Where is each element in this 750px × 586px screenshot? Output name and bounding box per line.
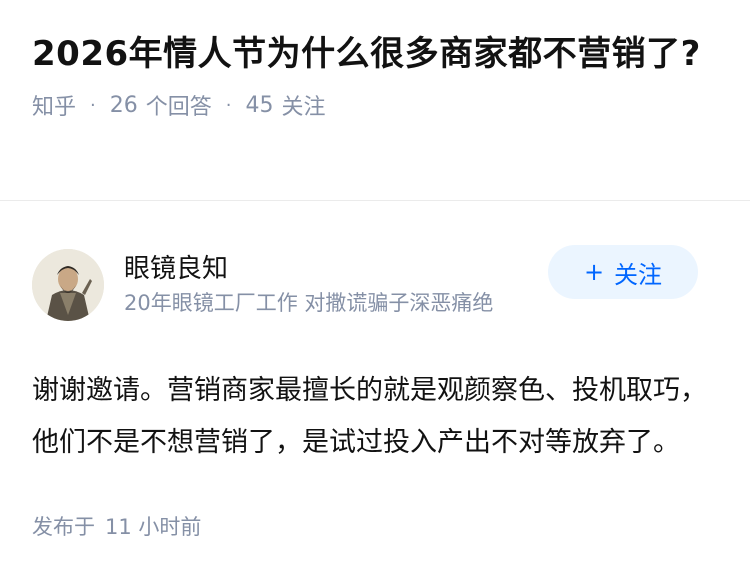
author-row: 眼镜良知 20年眼镜工厂工作 对撒谎骗子深恶痛绝 + 关注 (0, 235, 750, 335)
published-time: 11 小时前 (105, 515, 202, 539)
section-divider (0, 200, 750, 201)
question-meta: 知乎 · 26 个回答 · 45 关注 (32, 88, 718, 122)
follow-button-label: 关注 (614, 260, 663, 289)
follower-count: 45 (245, 92, 274, 118)
question-header: 2026年情人节为什么很多商家都不营销了? 知乎 · 26 个回答 · 45 关… (0, 0, 750, 170)
answer-count: 26 (109, 92, 138, 118)
answer-footer: 发布于 11 小时前 (0, 511, 750, 541)
avatar[interactable] (32, 249, 104, 321)
avatar-portrait-icon (32, 249, 104, 321)
source-label[interactable]: 知乎 (32, 89, 76, 121)
follow-button[interactable]: + 关注 (548, 245, 698, 299)
author-bio: 20年眼镜工厂工作 对撒谎骗子深恶痛绝 (124, 291, 494, 315)
answer-content: 谢谢邀请。营销商家最擅长的就是观颜察色、投机取巧，他们不是不想营销了，是试过投入… (32, 375, 707, 458)
answer-count-label: 个回答 (145, 95, 212, 120)
follower-count-label: 关注 (281, 95, 326, 120)
meta-separator: · (225, 94, 232, 116)
question-title[interactable]: 2026年情人节为什么很多商家都不营销了? (32, 30, 718, 78)
plus-icon: + (583, 258, 605, 286)
meta-separator: · (90, 94, 96, 116)
published-label: 发布于 (32, 515, 95, 539)
